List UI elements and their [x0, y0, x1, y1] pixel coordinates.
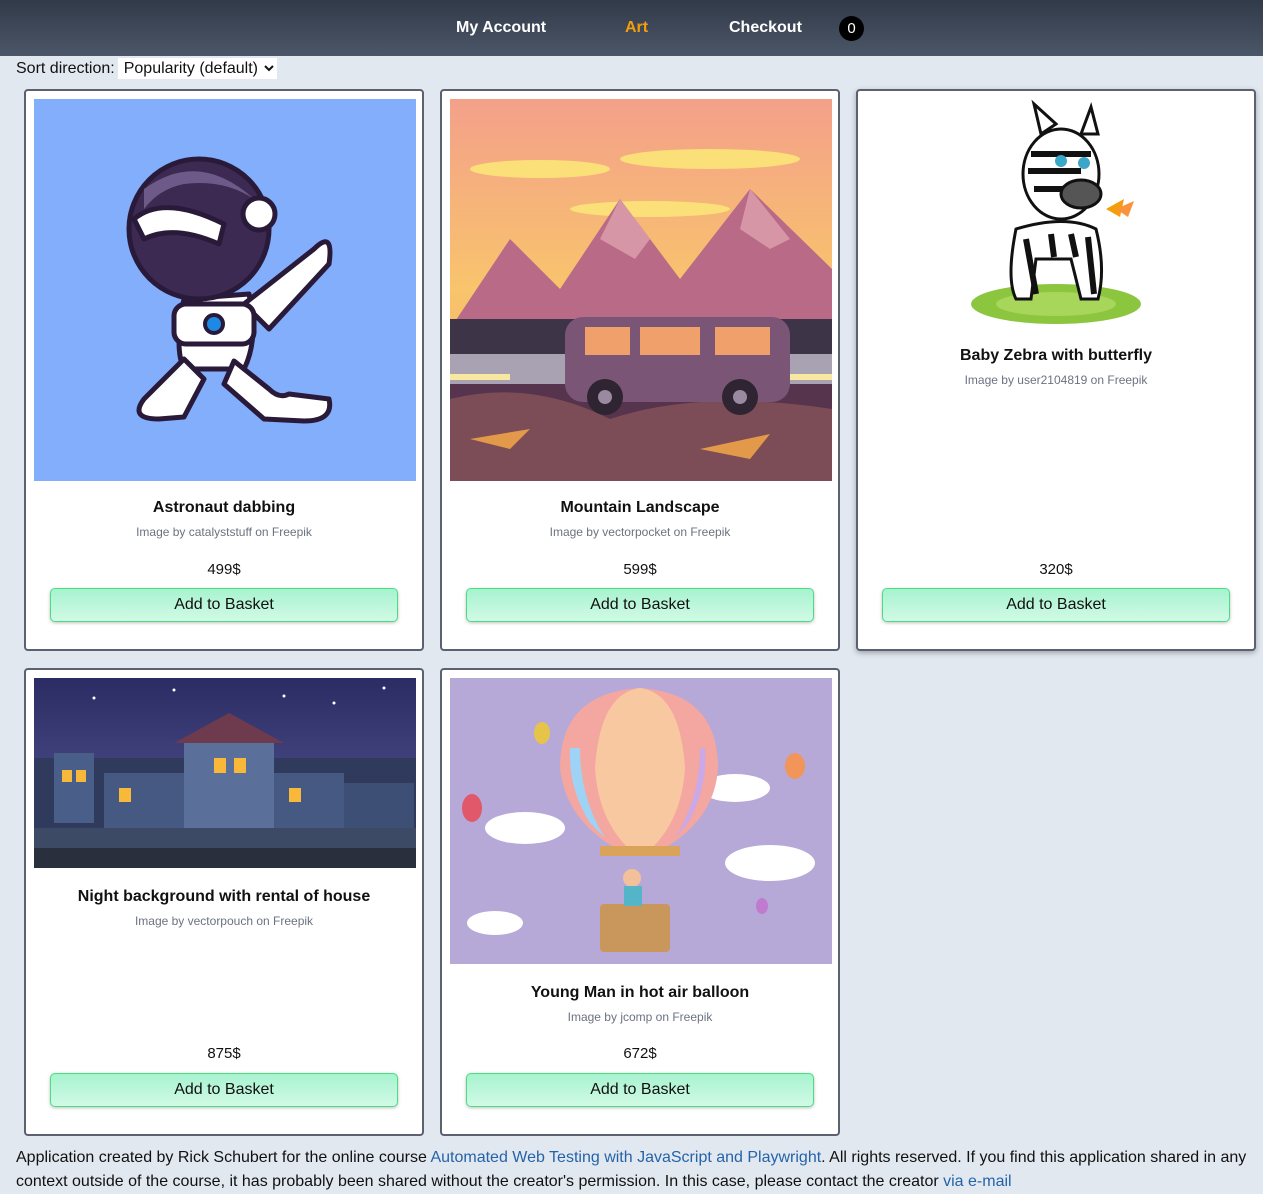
product-card: Astronaut dabbing Image by catalyststuff… [24, 89, 424, 651]
course-link[interactable]: Automated Web Testing with JavaScript an… [430, 1149, 821, 1166]
nav-art[interactable]: Art [625, 19, 648, 37]
product-price: 672$ [623, 1045, 657, 1062]
product-card: Night background with rental of house Im… [24, 668, 424, 1136]
product-title: Night background with rental of house [77, 888, 371, 905]
nav-my-account[interactable]: My Account [456, 19, 546, 37]
product-card: Baby Zebra with butterfly Image by user2… [856, 89, 1256, 651]
product-credit: Image by jcomp on Freepik [567, 1010, 713, 1024]
product-credit: Image by vectorpocket on Freepik [549, 525, 731, 539]
add-to-basket-button[interactable]: Add to Basket [466, 1073, 814, 1107]
zebra-image [866, 99, 1248, 329]
nav-checkout[interactable]: Checkout [729, 19, 802, 37]
product-price: 499$ [207, 561, 241, 578]
night-house-image [34, 678, 416, 868]
hot-air-balloon-image [450, 678, 832, 964]
mountain-landscape-image [450, 99, 832, 481]
sort-direction-select[interactable]: Popularity (default) [117, 58, 277, 79]
product-credit: Image by user2104819 on Freepik [964, 373, 1148, 387]
product-title: Baby Zebra with butterfly [959, 347, 1153, 364]
footer-text-before: Application created by Rick Schubert for… [16, 1149, 431, 1166]
sort-row: Sort direction: Popularity (default) [16, 58, 277, 79]
sort-label: Sort direction: [16, 59, 115, 77]
product-credit: Image by vectorpouch on Freepik [134, 914, 314, 928]
astronaut-image [34, 99, 416, 481]
product-title: Young Man in hot air balloon [530, 984, 750, 1001]
product-card: Mountain Landscape Image by vectorpocket… [440, 89, 840, 651]
product-credit: Image by catalyststuff on Freepik [136, 525, 312, 539]
top-navigation: My Account Art Checkout 0 [0, 0, 1263, 56]
add-to-basket-button[interactable]: Add to Basket [882, 588, 1230, 622]
footer: Application created by Rick Schubert for… [16, 1146, 1251, 1194]
product-price: 320$ [1039, 561, 1073, 578]
add-to-basket-button[interactable]: Add to Basket [50, 588, 398, 622]
contact-email-link[interactable]: via e-mail [943, 1173, 1011, 1190]
product-title: Astronaut dabbing [152, 499, 296, 516]
product-price: 875$ [207, 1045, 241, 1062]
basket-count-badge[interactable]: 0 [839, 16, 864, 41]
product-card: Young Man in hot air balloon Image by jc… [440, 668, 840, 1136]
product-price: 599$ [623, 561, 657, 578]
product-title: Mountain Landscape [560, 499, 720, 516]
add-to-basket-button[interactable]: Add to Basket [50, 1073, 398, 1107]
add-to-basket-button[interactable]: Add to Basket [466, 588, 814, 622]
